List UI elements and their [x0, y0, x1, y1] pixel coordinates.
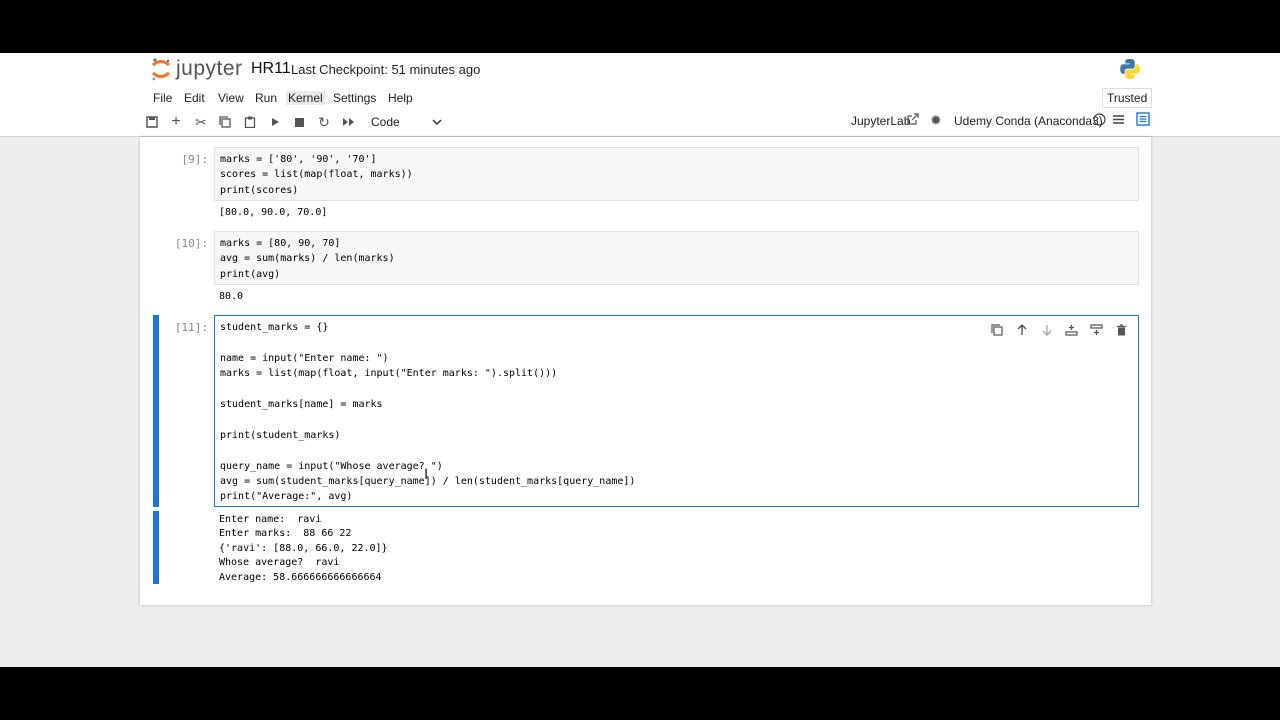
duplicate-cell-icon[interactable] — [988, 321, 1005, 338]
cut-icon[interactable]: ✂ — [193, 114, 209, 130]
cell-prompt: [9]: — [181, 153, 209, 166]
code-line: marks = ['80', '90', '70'] — [220, 154, 377, 165]
code-line: marks = list(map(float, input("Enter mar… — [220, 368, 558, 380]
code-cell-9[interactable]: [9]: marks = ['80', '90', '70'] scores =… — [140, 147, 1151, 221]
output-line: [80.0, 90.0, 70.0] — [219, 207, 328, 218]
output-line: {'ravi': [88.0, 66.0, 22.0]} — [219, 542, 388, 554]
cell-toolbar — [988, 321, 1130, 338]
menu-edit[interactable]: Edit — [182, 91, 207, 105]
cell-prompt: [11]: — [174, 321, 208, 334]
stop-icon[interactable] — [291, 114, 307, 130]
notebook-toolbar: + ✂ ↻ Code JupyterLab ✹ Udemy Conda (Ana… — [0, 109, 1280, 137]
code-line: marks = [80, 90, 70] — [220, 238, 341, 249]
jupyter-logo-icon — [152, 58, 170, 81]
code-line: print(student_marks) — [220, 429, 341, 441]
cell-output: [80.0, 90.0, 70.0] — [219, 206, 327, 220]
menu-file[interactable]: File — [151, 91, 174, 105]
code-line: avg = sum(marks) / len(marks) — [220, 253, 395, 265]
insert-below-icon[interactable] — [1088, 321, 1105, 338]
kernel-status-idle-icon — [1093, 113, 1106, 129]
cell-input[interactable]: student_marks = {} name = input("Enter n… — [214, 315, 1139, 507]
copy-icon[interactable] — [217, 114, 233, 130]
paste-icon[interactable] — [242, 114, 258, 130]
menu-view[interactable]: View — [216, 91, 246, 105]
cell-output: Enter name: ravi Enter marks: 88 66 22 {… — [219, 513, 388, 585]
output-line: Enter name: ravi — [219, 514, 322, 525]
code-line: scores = list(map(float, marks)) — [220, 169, 413, 181]
code-line: print("Average:", avg) — [220, 491, 353, 503]
add-cell-icon[interactable]: + — [168, 113, 184, 130]
menu-settings[interactable]: Settings — [331, 91, 378, 105]
cell-prompt: [10]: — [174, 237, 208, 250]
output-line: Enter marks: 88 66 22 — [219, 528, 352, 540]
jupyter-window: jupyter HR11 Last Checkpoint: 51 minutes… — [0, 53, 1280, 667]
output-line: Whose average? ravi — [219, 557, 340, 569]
save-icon[interactable] — [144, 114, 160, 130]
cell-type-value: Code — [371, 115, 400, 129]
code-editor[interactable]: marks = [80, 90, 70] avg = sum(marks) / … — [215, 232, 1138, 286]
jupyterlab-link[interactable]: JupyterLab — [851, 114, 910, 128]
header-bar: jupyter HR11 Last Checkpoint: 51 minutes… — [0, 53, 1280, 86]
menu-help[interactable]: Help — [386, 91, 415, 105]
cell-input[interactable]: marks = ['80', '90', '70'] scores = list… — [214, 147, 1139, 201]
notebook-name[interactable]: HR11 — [251, 60, 291, 78]
code-line: query_name = input("Whose average? ") — [220, 460, 443, 472]
menu-lines-icon[interactable] — [1112, 113, 1125, 129]
output-collapser[interactable] — [153, 511, 159, 584]
delete-cell-icon[interactable] — [1113, 321, 1130, 338]
chevron-down-icon — [432, 113, 442, 134]
menu-run[interactable]: Run — [253, 91, 279, 105]
menu-bar: File Edit View Run Kernel Settings Help … — [0, 86, 1280, 110]
notebook-panel: [9]: marks = ['80', '90', '70'] scores =… — [140, 137, 1151, 605]
checkpoint-status: Last Checkpoint: 51 minutes ago — [291, 62, 481, 77]
code-cell-10[interactable]: [10]: marks = [80, 90, 70] avg = sum(mar… — [140, 231, 1151, 305]
fast-forward-icon[interactable] — [340, 114, 356, 130]
property-inspector-icon[interactable] — [1136, 112, 1150, 129]
code-cell-11[interactable]: [11]: student_marks = {} name = input("E… — [140, 315, 1151, 585]
text-cursor-icon: I — [424, 467, 429, 483]
code-line: student_marks[name] = marks — [220, 399, 383, 411]
restart-icon[interactable]: ↻ — [316, 114, 332, 130]
jupyter-logo-text: jupyter — [176, 57, 243, 80]
run-icon[interactable] — [267, 114, 283, 130]
cell-input[interactable]: marks = [80, 90, 70] avg = sum(marks) / … — [214, 231, 1139, 285]
input-collapser[interactable] — [153, 315, 159, 507]
python-logo-icon — [1118, 57, 1142, 86]
code-editor[interactable]: marks = ['80', '90', '70'] scores = list… — [215, 148, 1138, 202]
insert-above-icon[interactable] — [1063, 321, 1080, 338]
cell-output: 80.0 — [219, 290, 243, 304]
code-line: name = input("Enter name: ") — [220, 352, 389, 364]
debugger-bug-icon[interactable]: ✹ — [930, 112, 942, 129]
menu-kernel[interactable]: Kernel — [286, 91, 325, 105]
output-line: 80.0 — [219, 291, 244, 302]
kernel-name[interactable]: Udemy Conda (Anaconda3) — [954, 114, 1103, 128]
code-editor[interactable]: student_marks = {} name = input("Enter n… — [215, 316, 1138, 509]
jupyter-logo[interactable]: jupyter — [150, 56, 243, 82]
external-link-icon[interactable] — [907, 113, 919, 128]
output-line: Average: 58.666666666666664 — [219, 571, 382, 583]
trusted-indicator[interactable]: Trusted — [1102, 88, 1153, 108]
cell-type-select[interactable]: Code — [368, 113, 442, 131]
move-up-icon[interactable] — [1013, 321, 1030, 338]
code-line: print(avg) — [220, 268, 281, 280]
move-down-icon[interactable] — [1038, 321, 1055, 338]
code-line: print(scores) — [220, 184, 299, 196]
code-line: student_marks = {} — [220, 322, 329, 333]
